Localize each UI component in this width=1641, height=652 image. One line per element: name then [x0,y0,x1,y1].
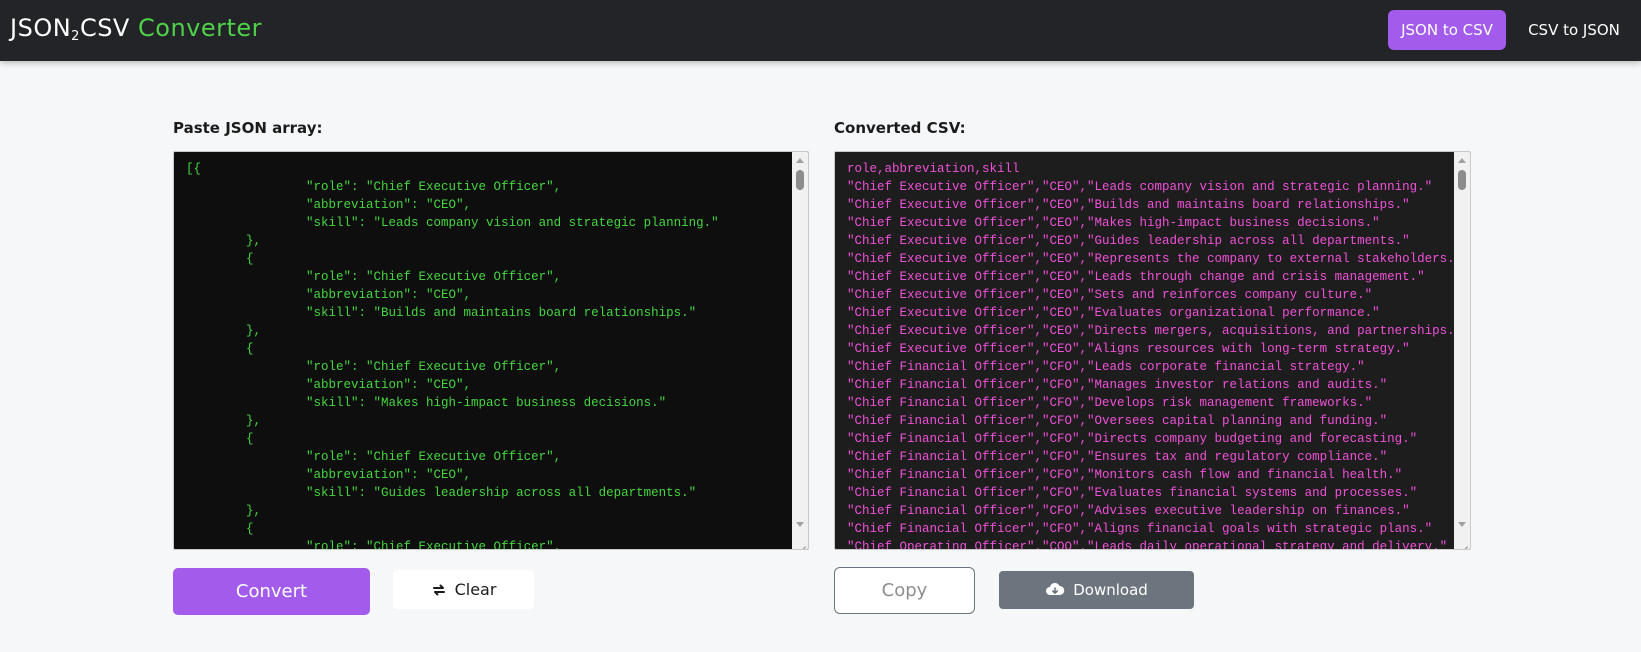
json-input-label: Paste JSON array: [173,119,323,137]
resize-handle-icon[interactable] [1458,537,1468,547]
convert-label: Convert [235,581,308,602]
logo-json: JSON [10,14,72,42]
scroll-down-arrow-icon[interactable] [1458,522,1466,527]
app-logo[interactable]: JSON2CSV Converter [10,14,262,44]
scroll-thumb[interactable] [796,170,804,190]
clear-button[interactable]: Clear [393,570,534,609]
json-input-content[interactable]: [{ "role": "Chief Executive Officer", "a… [174,152,792,549]
cloud-download-icon [1046,582,1065,595]
resize-handle-icon[interactable] [796,537,806,547]
csv-output-textarea[interactable]: role,abbreviation,skill "Chief Executive… [834,151,1471,550]
download-button[interactable]: Download [999,571,1194,609]
csv-output-content[interactable]: role,abbreviation,skill "Chief Executive… [835,152,1454,549]
scroll-up-arrow-icon[interactable] [1458,158,1466,163]
json-input-textarea[interactable]: [{ "role": "Chief Executive Officer", "a… [173,151,809,550]
convert-button[interactable]: Convert [173,568,370,615]
csv-output-label: Converted CSV: [834,119,966,137]
logo-sub: 2 [71,29,80,44]
clear-label: Clear [454,580,497,599]
download-label: Download [1073,581,1148,599]
csv-output-scrollbar[interactable] [1454,152,1470,549]
logo-csv: CSV [79,14,130,42]
swap-arrows-icon [432,584,445,595]
copy-button[interactable]: Copy [834,567,975,614]
top-navbar: JSON2CSV Converter JSON to CSV CSV to JS… [0,0,1641,61]
nav-csv-to-json[interactable]: CSV to JSON [1514,10,1634,50]
scroll-down-arrow-icon[interactable] [796,522,804,527]
scroll-thumb[interactable] [1458,170,1466,190]
logo-accent: Converter [138,14,263,42]
copy-label: Copy [881,580,928,601]
nav-json-to-csv[interactable]: JSON to CSV [1388,10,1506,50]
json-input-scrollbar[interactable] [792,152,808,549]
scroll-up-arrow-icon[interactable] [796,158,804,163]
